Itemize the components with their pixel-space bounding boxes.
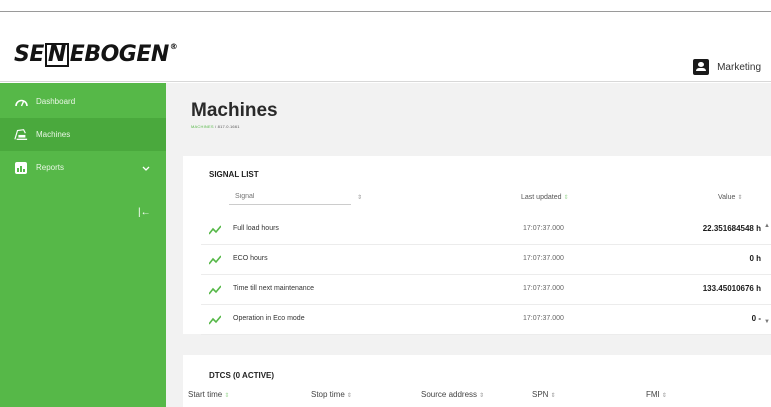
logo-text-n: N (44, 42, 69, 67)
breadcrumb-root[interactable]: MACHINES (191, 124, 214, 129)
signal-sort-icon[interactable]: ⇕ (355, 194, 362, 201)
table-row[interactable]: Time till next maintenance 17:07:37.000 … (201, 275, 771, 305)
signal-value: 22.351684548 h (702, 224, 761, 233)
table-row[interactable]: ECO hours 17:07:37.000 0 h (201, 245, 771, 275)
column-header-source-address[interactable]: Source address ⇕ (421, 390, 484, 399)
chevron-down-icon (142, 163, 150, 173)
scroll-down-icon[interactable]: ▼ (764, 319, 770, 325)
logo-text-right: EBOGEN (69, 41, 170, 67)
scroll-up-icon[interactable]: ▲ (764, 223, 770, 229)
column-header-spn[interactable]: SPN ⇕ (532, 390, 555, 399)
breadcrumb: MACHINES / 817.0.1661 (191, 124, 240, 129)
trend-chart-icon[interactable] (209, 225, 221, 235)
window-top-strip (0, 0, 771, 12)
sidebar-item-label: Machines (36, 130, 71, 139)
sort-icon: ⇕ (737, 195, 743, 201)
signal-time: 17:07:37.000 (523, 255, 564, 262)
main-content: Machines MACHINES / 817.0.1661 SIGNAL LI… (166, 83, 771, 407)
sidebar-item-machines[interactable]: Machines (0, 118, 166, 151)
column-header-label: Value (718, 194, 736, 201)
machine-icon (14, 129, 28, 141)
column-header-label: SPN (532, 390, 549, 399)
sidebar-item-dashboard[interactable]: Dashboard (0, 85, 166, 118)
column-header-label: Start time (188, 390, 223, 399)
sort-icon: ⇕ (479, 393, 485, 399)
signal-search-input[interactable] (229, 189, 351, 205)
collapse-sidebar-button[interactable]: |← (138, 207, 151, 218)
sennebogen-logo[interactable]: SE N EBOGEN® (14, 41, 178, 67)
signal-name: Full load hours (233, 225, 279, 232)
signal-time: 17:07:37.000 (523, 285, 564, 292)
signal-value: 0 h (749, 254, 761, 263)
column-header-start-time[interactable]: Start time ⇕ (188, 390, 229, 399)
sidebar-item-label: Dashboard (36, 97, 76, 106)
reports-icon (14, 161, 28, 174)
column-header-last-updated[interactable]: Last updated ⇕ (521, 194, 569, 201)
dtcs-card: DTCS (0 ACTIVE) Start time ⇕ Stop time ⇕ S… (183, 355, 771, 407)
dtcs-title: DTCS (0 ACTIVE) (209, 371, 275, 380)
logo-registered-mark: ® (169, 41, 178, 51)
signal-name: Operation in Eco mode (233, 315, 305, 322)
column-header-fmi[interactable]: FMI ⇕ (646, 390, 667, 399)
trend-chart-icon[interactable] (209, 255, 221, 265)
app-header: SE N EBOGEN® Marketing (0, 13, 771, 82)
user-menu[interactable]: Marketing (693, 59, 761, 75)
sort-icon: ⇕ (224, 393, 230, 399)
signal-name: ECO hours (233, 255, 268, 262)
column-header-value[interactable]: Value ⇕ (718, 194, 742, 201)
trend-chart-icon[interactable] (209, 315, 221, 325)
table-row[interactable]: Full load hours 17:07:37.000 22.35168454… (201, 215, 771, 245)
sort-icon: ⇕ (346, 393, 352, 399)
signal-time: 17:07:37.000 (523, 315, 564, 322)
sort-icon: ⇕ (563, 195, 569, 201)
user-name: Marketing (717, 61, 761, 73)
trend-chart-icon[interactable] (209, 285, 221, 295)
sidebar: Dashboard Machines Reports |← (0, 83, 166, 407)
column-header-stop-time[interactable]: Stop time ⇕ (311, 390, 352, 399)
column-header-label: FMI (646, 390, 660, 399)
signal-list-card: SIGNAL LIST ⇕ Last updated⇕ Value⇕ Full … (183, 156, 771, 335)
sort-icon: ⇕ (550, 393, 556, 399)
sort-icon: ⇕ (661, 393, 667, 399)
signal-name: Time till next maintenance (233, 285, 315, 292)
column-header-label: Stop time (311, 390, 345, 399)
signal-list-scrollbar[interactable]: ▲ ▼ (763, 223, 770, 329)
signal-value: 133.45010676 h (702, 284, 761, 293)
signal-time: 17:07:37.000 (523, 225, 564, 232)
table-row[interactable]: Operation in Eco mode 17:07:37.000 0 - (201, 305, 771, 335)
gauge-icon (14, 96, 28, 108)
sidebar-item-reports[interactable]: Reports (0, 151, 166, 184)
signal-value: 0 - (751, 314, 761, 323)
user-icon (693, 59, 710, 75)
logo-text-left: SE (14, 41, 44, 67)
sidebar-item-label: Reports (36, 163, 65, 172)
breadcrumb-current: 817.0.1661 (217, 124, 240, 129)
page-title: Machines (191, 100, 278, 121)
signal-list-title: SIGNAL LIST (209, 170, 259, 179)
column-header-label: Source address (421, 390, 478, 399)
column-header-label: Last updated (521, 194, 562, 201)
